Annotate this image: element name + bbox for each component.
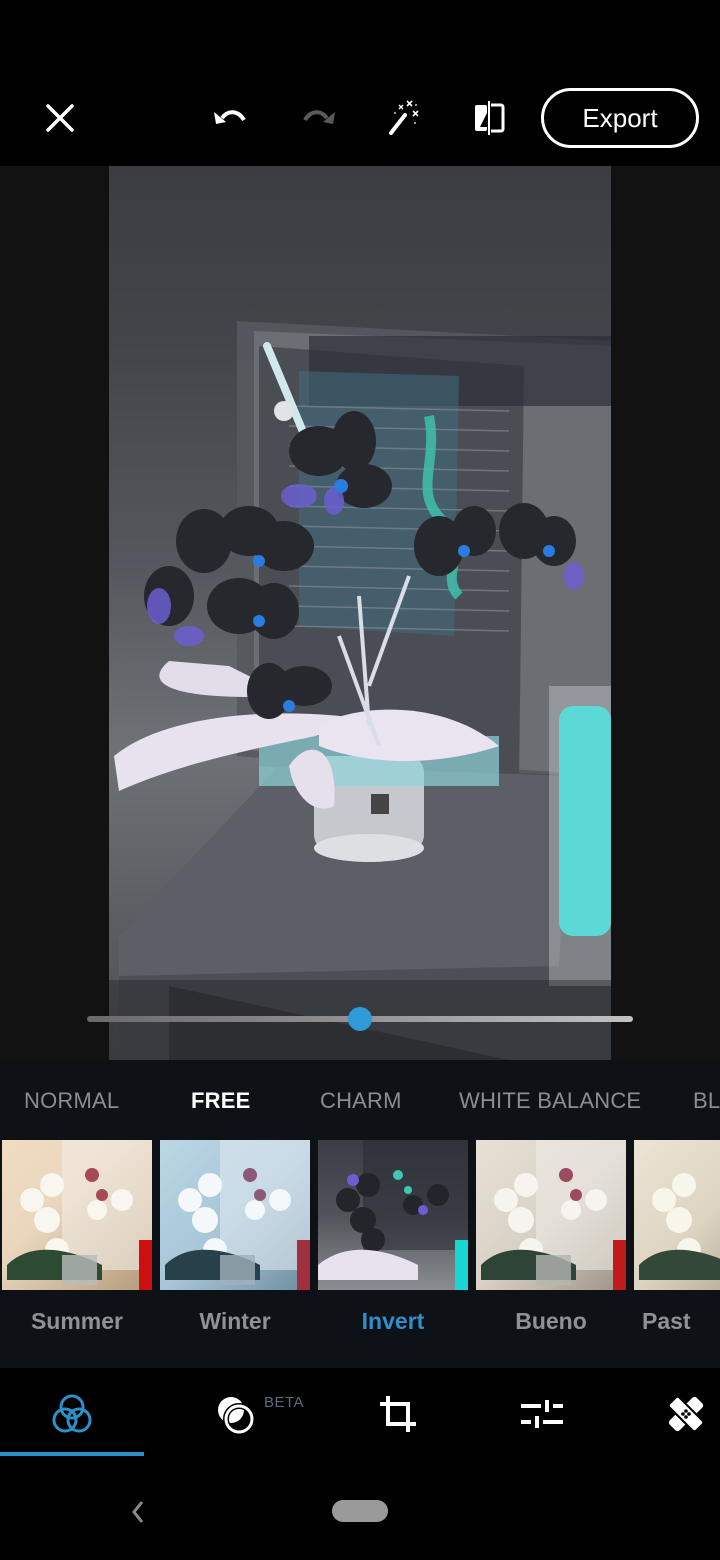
redo-icon (303, 110, 335, 124)
sliders-icon (521, 1400, 563, 1428)
nav-blend[interactable] (164, 1368, 308, 1460)
auto-fix-button[interactable] (384, 98, 424, 138)
beta-badge: BETA (264, 1394, 305, 1411)
crop-icon (380, 1396, 416, 1432)
preset-invert[interactable]: Invert (318, 1140, 468, 1334)
status-bar (0, 0, 720, 70)
undo-button[interactable] (210, 98, 250, 138)
undo-icon (214, 110, 246, 124)
chevron-left-icon (132, 1501, 144, 1523)
orchid-thumb-illustration (318, 1140, 468, 1290)
nav-adjust[interactable] (470, 1368, 614, 1460)
tab-white-balance[interactable]: WHITE BALANCE (459, 1088, 641, 1114)
system-navigation-bar (0, 1460, 720, 1560)
preset-label: Bueno (515, 1308, 587, 1334)
tab-charm[interactable]: CHARM (320, 1088, 402, 1114)
tab-bl[interactable]: BL (693, 1088, 720, 1114)
system-home-pill[interactable] (332, 1500, 388, 1522)
magic-wand-icon (389, 100, 419, 135)
preset-list: Summer Winter Invert Bueno Past (0, 1140, 720, 1368)
nav-crop[interactable] (326, 1368, 470, 1460)
bandage-icon (667, 1395, 705, 1433)
preset-category-tabs: NORMAL FREE CHARM WHITE BALANCE BL (0, 1060, 720, 1140)
preset-label: Past (642, 1308, 691, 1334)
compare-icon (475, 101, 505, 135)
orchid-thumb-illustration (165, 1140, 310, 1290)
export-button[interactable]: Export (541, 88, 699, 148)
preset-thumbnail (634, 1140, 720, 1290)
active-tab-indicator (0, 1452, 144, 1456)
preset-past[interactable]: Past (634, 1140, 720, 1334)
orchid-thumb-illustration (481, 1140, 626, 1290)
preset-bueno[interactable]: Bueno (476, 1140, 626, 1334)
redo-button[interactable] (299, 98, 339, 138)
top-toolbar: Export (0, 70, 720, 166)
blend-icon (218, 1397, 255, 1435)
nav-looks[interactable] (0, 1368, 144, 1460)
photo-illustration (114, 321, 611, 1060)
orchid-thumb-illustration (639, 1173, 720, 1280)
preset-thumbnail (318, 1140, 468, 1290)
preset-thumbnail (160, 1140, 310, 1290)
preset-label: Summer (30, 1308, 124, 1334)
preset-label: Invert (361, 1308, 425, 1334)
preset-winter[interactable]: Winter (160, 1140, 310, 1334)
preset-label: Winter (199, 1308, 271, 1334)
system-back-button[interactable] (126, 1498, 150, 1526)
preset-summer[interactable]: Summer (2, 1140, 152, 1334)
tab-normal[interactable]: NORMAL (24, 1088, 119, 1114)
tab-free[interactable]: FREE (191, 1088, 250, 1114)
looks-icon (52, 1394, 92, 1433)
bottom-tool-nav: BETA (0, 1368, 720, 1460)
slider-thumb[interactable] (348, 1007, 372, 1031)
close-button[interactable] (40, 98, 80, 138)
edited-photo[interactable] (109, 166, 611, 1060)
preset-thumbnail (2, 1140, 152, 1290)
nav-heal[interactable] (614, 1368, 720, 1460)
close-icon (46, 104, 74, 132)
orchid-thumb-illustration (7, 1140, 152, 1290)
canvas-area (0, 166, 720, 1060)
preset-thumbnail (476, 1140, 626, 1290)
compare-button[interactable] (469, 98, 509, 138)
